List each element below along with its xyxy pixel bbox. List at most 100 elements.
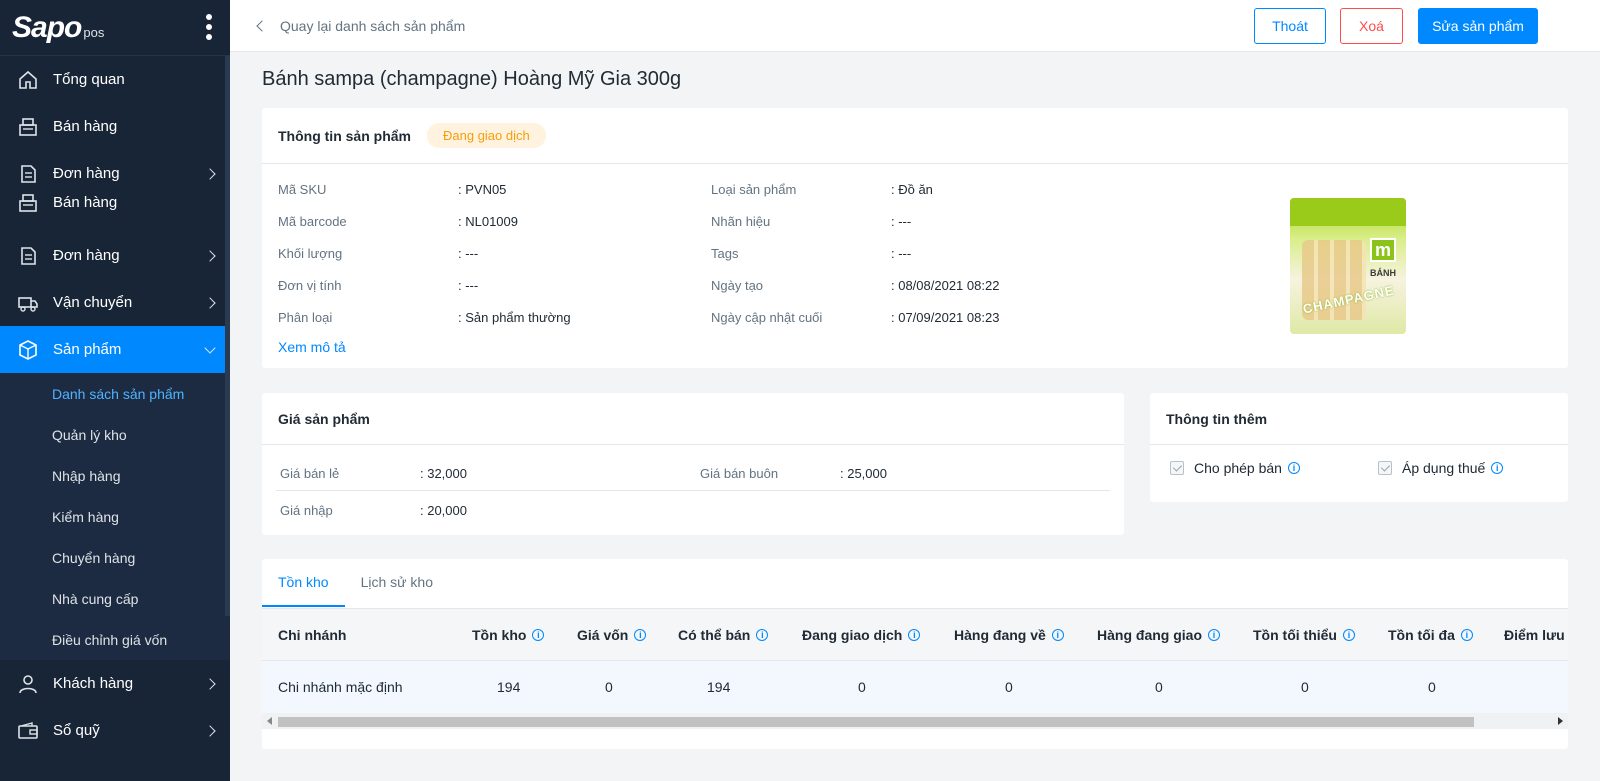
- col-available: Có thể bán i: [678, 609, 769, 660]
- cell-trading: 0: [858, 679, 866, 695]
- info-icon[interactable]: i: [1491, 462, 1504, 474]
- sidebar-item-label: Bán hàng: [53, 194, 118, 211]
- wallet-icon: [17, 720, 39, 742]
- info-icon[interactable]: i: [1287, 462, 1300, 474]
- col-storage: Điểm lưu k: [1504, 626, 1568, 643]
- sidebar-scrollbar[interactable]: [225, 56, 230, 616]
- checkbox-icon: [1170, 461, 1184, 475]
- scroll-left-icon[interactable]: [267, 717, 272, 725]
- field-value: : ---: [891, 246, 912, 261]
- price-label: Giá bán lẻ: [280, 466, 340, 481]
- cell-max-stock: 0: [1428, 679, 1436, 695]
- card-header: Thông tin sản phẩm Đang giao dịch: [262, 108, 1568, 164]
- brand: Sapo pos: [0, 0, 230, 56]
- cell-cost: 0: [605, 679, 613, 695]
- price-value: : 25,000: [840, 466, 887, 481]
- info-icon[interactable]: i: [1208, 628, 1220, 641]
- field-value: : Đồ ăn: [891, 182, 933, 197]
- info-icon[interactable]: i: [908, 628, 921, 641]
- section-title: Thông tin sản phẩm: [278, 127, 411, 144]
- product-image[interactable]: m BÁNH CHAMPAGNE: [1290, 198, 1406, 334]
- info-icon[interactable]: i: [634, 628, 647, 641]
- truck-icon: [17, 292, 39, 314]
- box-icon: [17, 339, 39, 361]
- cell-incoming: 0: [1005, 679, 1013, 695]
- tab-stock-history[interactable]: Lịch sử kho: [345, 559, 449, 607]
- sub-item-stocktake[interactable]: Kiểm hàng: [0, 496, 230, 537]
- info-icon[interactable]: i: [532, 628, 545, 641]
- field-value: : ---: [458, 278, 479, 293]
- sub-item-cost-adjust[interactable]: Điều chỉnh giá vốn: [0, 619, 230, 660]
- page-title: Bánh sampa (champagne) Hoàng Mỹ Gia 300g: [262, 68, 682, 90]
- cash-register-icon: [17, 116, 39, 138]
- field-label: Nhãn hiệu: [711, 214, 771, 229]
- sub-item-import[interactable]: Nhập hàng: [0, 455, 230, 496]
- sidebar-item-products[interactable]: Sản phẩm: [0, 326, 230, 373]
- info-icon[interactable]: i: [1051, 628, 1064, 641]
- price-retail: Giá bán lẻ: [280, 466, 339, 481]
- sidebar-item-cashbook[interactable]: Sổ quỹ: [0, 707, 230, 754]
- apply-tax-checkbox[interactable]: Áp dụng thuế i: [1378, 460, 1504, 476]
- sidebar-item-overview[interactable]: Tổng quan: [0, 56, 230, 103]
- sidebar-item-sales[interactable]: Bán hàng: [0, 103, 230, 150]
- price-retail-value: : 32,000: [420, 466, 467, 481]
- field-label: Loại sản phẩm: [711, 182, 797, 197]
- price-card: Giá sản phẩm Giá bán lẻ : 32,000 Giá bán…: [262, 393, 1124, 535]
- info-icon[interactable]: i: [1342, 628, 1355, 641]
- sub-item-transfer[interactable]: Chuyển hàng: [0, 537, 230, 578]
- sidebar-item-label: Đơn hàng: [53, 247, 120, 264]
- sidebar-item-shipping[interactable]: Vận chuyển: [0, 279, 230, 326]
- card-header: Giá sản phẩm: [262, 393, 1124, 445]
- field-value: : Sản phẩm thường: [458, 310, 571, 325]
- sidebar-item-label: Đơn hàng: [53, 165, 120, 182]
- chevron-left-icon: [256, 20, 268, 32]
- cell-min-stock: 0: [1301, 679, 1309, 695]
- col-max-stock: Tồn tối đa i: [1388, 609, 1473, 660]
- products-submenu: Danh sách sản phẩm Quản lý kho Nhập hàng…: [0, 373, 230, 660]
- edit-product-button[interactable]: Sửa sản phẩm: [1418, 8, 1538, 44]
- section-title: Thông tin thêm: [1166, 410, 1268, 427]
- sidebar-item-sales-2[interactable]: Bán hàng: [0, 185, 230, 220]
- sidebar-item-label: Sổ quỹ: [53, 722, 100, 739]
- sidebar-item-orders-2[interactable]: Đơn hàng: [0, 232, 230, 279]
- sidebar-item-customers[interactable]: Khách hàng: [0, 660, 230, 707]
- price-import-value: : 20,000: [420, 503, 467, 518]
- price-label: Giá bán buôn: [700, 466, 779, 481]
- table-row[interactable]: Chi nhánh mặc định 194 0 194 0 0 0 0 0: [262, 661, 1568, 713]
- chevron-right-icon: [204, 724, 216, 737]
- sub-item-product-list[interactable]: Danh sách sản phẩm: [0, 373, 230, 414]
- sub-item-inventory[interactable]: Quản lý kho: [0, 414, 230, 455]
- info-icon[interactable]: i: [1460, 628, 1473, 641]
- info-icon[interactable]: i: [756, 628, 769, 641]
- field-value: : NL01009: [458, 214, 518, 229]
- logo[interactable]: Sapo: [12, 11, 82, 45]
- allow-sale-checkbox[interactable]: Cho phép bán i: [1170, 460, 1300, 476]
- col-incoming: Hàng đang về i: [954, 609, 1064, 660]
- sub-item-supplier[interactable]: Nhà cung cấp: [0, 578, 230, 619]
- field-label: Ngày tạo: [711, 278, 764, 293]
- cell-branch: Chi nhánh mặc định: [278, 679, 403, 695]
- exit-button[interactable]: Thoát: [1254, 8, 1326, 44]
- price-label: Giá nhập: [280, 503, 333, 518]
- field-label: Đơn vị tính: [278, 278, 342, 293]
- field-label: Phân loại: [278, 310, 333, 325]
- view-description-link[interactable]: Xem mô tả: [278, 339, 346, 355]
- price-value: : 20,000: [420, 503, 467, 518]
- inventory-card: Tồn kho Lịch sử kho Chi nhánh Tồn kho i G…: [262, 559, 1568, 749]
- delete-button[interactable]: Xoá: [1340, 8, 1403, 44]
- back-link[interactable]: Quay lại danh sách sản phẩm: [256, 0, 465, 52]
- scroll-right-icon[interactable]: [1558, 717, 1563, 725]
- checkbox-icon: [1378, 461, 1392, 475]
- scrollbar-thumb[interactable]: [278, 717, 1474, 727]
- order-icon: [17, 163, 39, 185]
- brand-mark: m: [1370, 238, 1396, 262]
- field-value: : 08/08/2021 08:22: [891, 278, 1000, 293]
- more-menu-icon[interactable]: [206, 14, 212, 40]
- horizontal-scrollbar[interactable]: [262, 713, 1568, 729]
- image-text-ban: BÁNH: [1370, 268, 1396, 278]
- checkbox-label: Cho phép bán: [1194, 460, 1282, 476]
- field-label: Mã barcode: [278, 214, 347, 229]
- col-trading: Đang giao dịch i: [802, 609, 921, 660]
- field-value: : ---: [891, 214, 912, 229]
- tab-stock[interactable]: Tồn kho: [262, 559, 345, 607]
